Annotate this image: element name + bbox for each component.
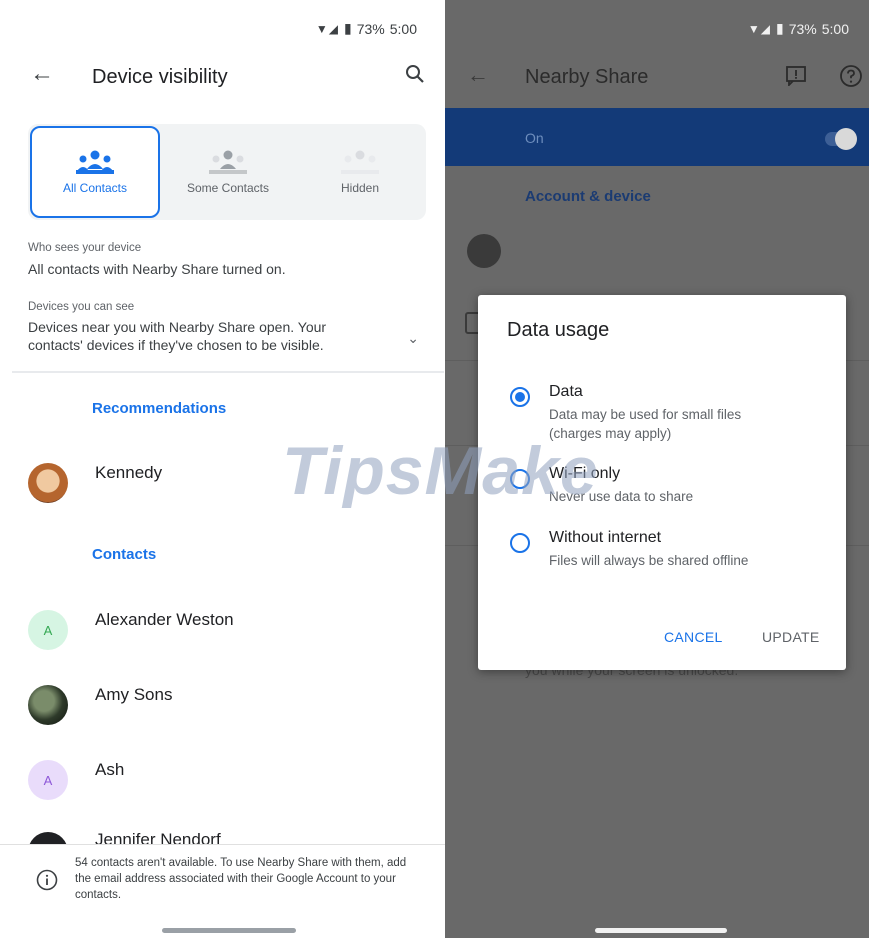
option-description-line: (charges may apply) [549,426,672,441]
page-title: Device visibility [92,66,228,88]
nearby-share-screen: ▼◢ ▮ 73% 5:00 ← Nearby Share On Account … [445,0,869,938]
battery-icon: ▮ [776,20,784,36]
account-device-heading: Account & device [525,188,651,205]
some-contacts-icon [209,150,247,174]
wifi-signal-icon: ▼◢ [315,21,339,36]
status-bar: ▼◢ ▮ 73% 5:00 [316,20,417,37]
notice-text: 54 contacts aren't available. To use Nea… [75,857,407,901]
option-label: Without internet [549,529,662,546]
contact-row-ash[interactable]: A Ash [28,760,428,804]
nearby-share-toggle-row[interactable]: On [445,108,869,166]
option-description: Files will always be shared offline [549,553,749,568]
battery-percent: 73% [788,20,817,37]
top-app-bar: ← Device visibility [0,56,445,100]
avatar: A [28,610,68,650]
toggle-switch-knob[interactable] [835,128,857,150]
contact-name: Alexander Weston [95,610,234,629]
help-icon[interactable] [839,64,863,88]
contacts-heading: Contacts [92,546,157,563]
avatar [28,685,68,725]
visibility-option-label: Hidden [340,181,380,195]
gesture-nav-handle[interactable] [595,928,727,933]
visibility-option-label: Some Contacts [186,181,270,195]
data-usage-dialog: Data usage Data Data may be used for sma… [478,295,846,670]
info-icon [36,869,58,891]
option-without-internet[interactable]: Without internet Files will always be sh… [510,529,840,573]
option-wifi-only[interactable]: Wi-Fi only Never use data to share [510,465,840,509]
avatar [28,463,68,503]
visibility-option-some-contacts[interactable]: Some Contacts [162,124,294,220]
contact-row-alexander-weston[interactable]: A Alexander Weston [28,610,428,654]
option-label: Data [549,383,583,400]
recommendations-heading: Recommendations [92,400,227,417]
cancel-button[interactable]: CANCEL [664,629,723,645]
visibility-option-all-contacts[interactable]: All Contacts [30,126,160,218]
back-arrow-icon[interactable]: ← [467,62,489,88]
devices-label: Devices you can see [28,301,135,313]
contact-name: Ash [95,760,125,779]
contact-name: Amy Sons [95,685,173,704]
dialog-title: Data usage [507,319,610,341]
expand-chevron-icon[interactable]: ⌄ [407,330,419,347]
wifi-signal-icon: ▼◢ [747,21,771,36]
visibility-selector: All Contacts Some Contacts Hidden [28,124,426,220]
all-contacts-icon [76,150,114,174]
account-avatar[interactable] [467,234,501,268]
avatar: A [28,760,68,800]
contact-row-kennedy[interactable]: Kennedy [28,463,428,507]
device-visibility-screen: ▼◢ ▮ 73% 5:00 ← Device visibility All Co… [0,0,445,938]
who-sees-value: All contacts with Nearby Share turned on… [28,261,286,277]
option-description: Data may be used for small files (charge… [549,405,809,443]
page-title: Nearby Share [525,66,649,88]
radio-button-selected[interactable] [510,387,530,407]
visibility-option-hidden[interactable]: Hidden [294,124,426,220]
status-bar: ▼◢ ▮ 73% 5:00 [748,20,849,37]
devices-value-line-2: contacts' devices if they've chosen to b… [28,337,324,353]
option-description-line: Data may be used for small files [549,407,742,422]
visibility-option-label: All Contacts [62,181,128,195]
gesture-nav-handle[interactable] [162,928,296,933]
radio-button[interactable] [510,469,530,489]
clock: 5:00 [821,20,849,37]
contact-name: Kennedy [95,463,163,482]
contact-row-amy-sons[interactable]: Amy Sons [28,685,428,729]
option-label: Wi-Fi only [549,465,621,482]
who-sees-label: Who sees your device [28,242,142,254]
update-button[interactable]: UPDATE [762,629,820,645]
back-arrow-icon[interactable]: ← [30,60,54,88]
toggle-label: On [525,130,544,146]
devices-value-line-1: Devices near you with Nearby Share open.… [28,319,327,335]
battery-percent: 73% [356,20,385,37]
clock: 5:00 [389,20,417,37]
radio-button[interactable] [510,533,530,553]
unavailable-contacts-notice: 54 contacts aren't available. To use Nea… [0,844,445,920]
divider [12,371,444,373]
hidden-icon [341,150,379,174]
feedback-icon[interactable] [785,64,807,86]
option-description: Never use data to share [549,489,694,504]
option-data[interactable]: Data Data may be used for small files (c… [510,383,840,443]
search-icon[interactable] [403,62,427,86]
battery-icon: ▮ [344,20,352,36]
